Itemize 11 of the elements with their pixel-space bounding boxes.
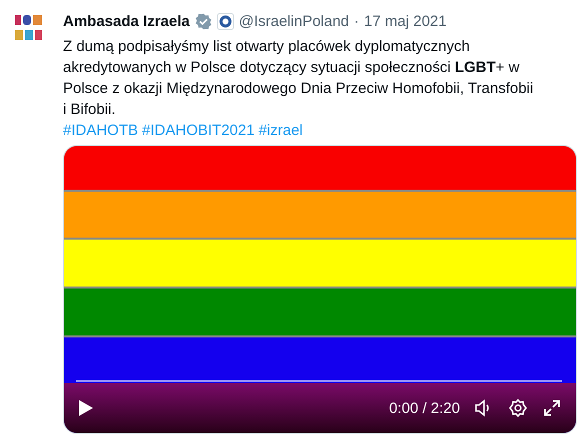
post-date[interactable]: 17 maj 2021 bbox=[364, 13, 447, 30]
author-name[interactable]: Ambasada Izraela bbox=[63, 13, 190, 30]
video-player[interactable]: 0:00 / 2:20 bbox=[63, 144, 577, 434]
separator: · bbox=[354, 13, 360, 30]
settings-icon[interactable] bbox=[508, 398, 528, 418]
user-handle[interactable]: @IsraelinPoland bbox=[238, 13, 350, 30]
play-icon[interactable] bbox=[76, 399, 94, 417]
video-time: 0:00 / 2:20 bbox=[389, 400, 460, 416]
tweet-text: Z dumą podpisałyśmy list otwarty placówek dyplomatycznych akredytowanych w Polsce dotyczący sytuacji społeczności LGBT+ w Polsce z okazji Międzynarodowego Dnia Przeciw Homofobii, Transfobii i Bifobii. bbox=[63, 36, 534, 120]
emblem-icon bbox=[216, 13, 234, 30]
fullscreen-icon[interactable] bbox=[542, 398, 562, 418]
